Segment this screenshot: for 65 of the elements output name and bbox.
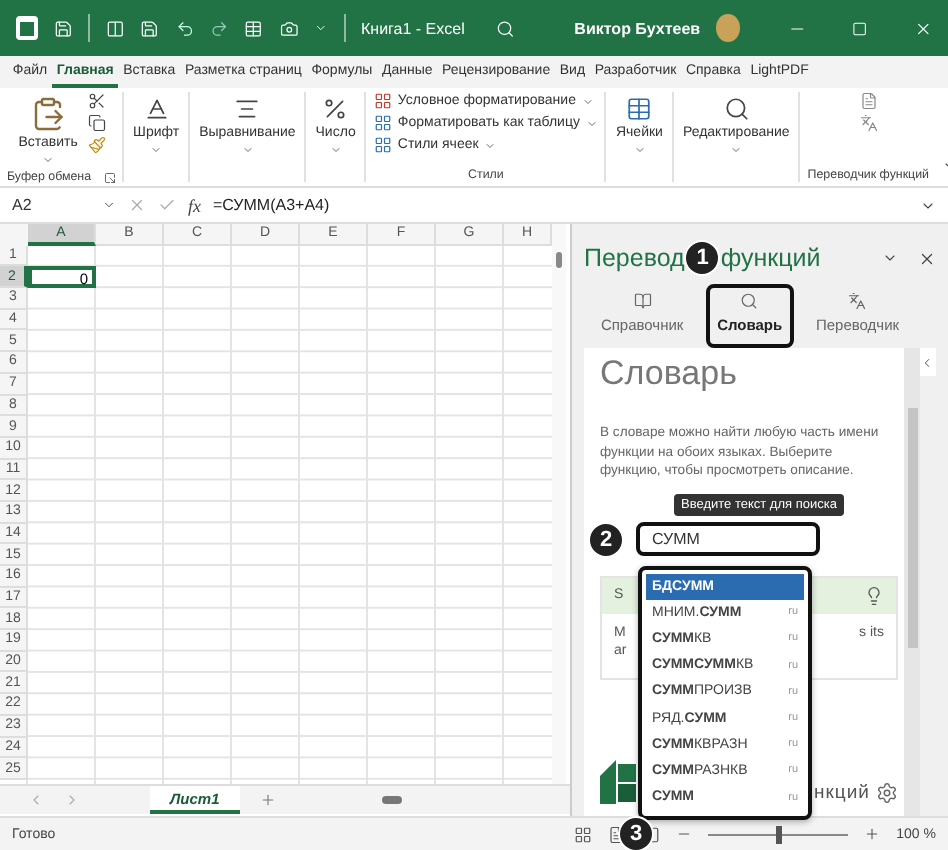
pane-title: Перевод xyxy=(584,244,685,272)
step-badge: 1 xyxy=(684,240,721,276)
zoom-thumb[interactable] xyxy=(775,825,782,843)
percent-icon xyxy=(322,96,349,122)
book-icon xyxy=(633,292,652,310)
search-field[interactable]: СУММ xyxy=(636,522,820,556)
document-icon xyxy=(859,92,878,110)
pane-scrollbar[interactable] xyxy=(904,348,920,816)
copy-icon xyxy=(87,114,106,132)
pane-title: функций xyxy=(720,244,821,272)
next-sheet-icon xyxy=(64,792,80,808)
user-name[interactable]: Виктор Бухтеев xyxy=(574,19,701,37)
undo-icon xyxy=(175,17,195,39)
caret-icon xyxy=(313,20,328,36)
font-color-icon xyxy=(143,96,170,122)
previous-sheet-icon xyxy=(28,792,44,808)
style-grid-icon xyxy=(373,136,392,154)
enter-icon xyxy=(158,196,176,214)
add-sheet-icon xyxy=(259,792,276,808)
dialog-launcher-icon xyxy=(103,171,116,183)
scissors-icon xyxy=(87,92,106,110)
save-as-icon xyxy=(140,17,160,39)
name-box[interactable]: A2 xyxy=(12,196,116,214)
formula-field[interactable]: =СУММ(A3+A4) xyxy=(213,196,908,214)
caret-icon xyxy=(150,144,163,156)
step-badge: 2 xyxy=(588,521,624,557)
maximize-icon[interactable] xyxy=(852,19,868,37)
search-icon xyxy=(496,17,516,39)
function-icon[interactable]: fx xyxy=(188,195,201,215)
normal-view-icon xyxy=(574,825,593,843)
horizontal-scrollbar[interactable] xyxy=(382,796,402,804)
table-icon xyxy=(626,96,653,122)
settings-icon xyxy=(876,782,898,804)
add-in-logo-icon xyxy=(600,760,640,804)
caret-icon xyxy=(484,139,497,151)
align-center-icon xyxy=(234,96,261,122)
vertical-scrollbar[interactable] xyxy=(552,224,566,784)
cancel-icon xyxy=(128,196,146,214)
caret-icon xyxy=(241,144,254,156)
camera-icon xyxy=(279,17,298,39)
save-icon xyxy=(53,17,73,39)
avatar-icon[interactable] xyxy=(716,14,740,42)
footer-text: нкций xyxy=(814,782,870,804)
redo-icon xyxy=(210,17,229,39)
lightbulb-icon xyxy=(864,585,884,605)
caret-icon xyxy=(42,154,55,166)
search-icon xyxy=(723,96,750,122)
search-icon xyxy=(740,292,759,310)
brush-icon xyxy=(87,136,106,154)
caret-icon xyxy=(730,144,743,156)
app-logo-icon xyxy=(16,16,38,40)
translate-icon xyxy=(848,292,867,310)
pane-menu-icon xyxy=(882,250,898,266)
caret-icon xyxy=(102,198,116,212)
caret-icon xyxy=(633,144,646,156)
close-icon xyxy=(918,249,936,267)
translate-icon xyxy=(859,114,878,132)
style-grid-icon xyxy=(373,92,392,110)
style-grid-icon xyxy=(373,114,392,132)
collapse-icon xyxy=(920,355,934,369)
zoom-in-icon xyxy=(864,826,881,842)
section-heading: Словарь xyxy=(600,356,739,392)
clipboard-icon xyxy=(30,96,67,132)
window-title: Книга1 - Excel xyxy=(361,19,465,37)
caret-icon xyxy=(329,144,342,156)
